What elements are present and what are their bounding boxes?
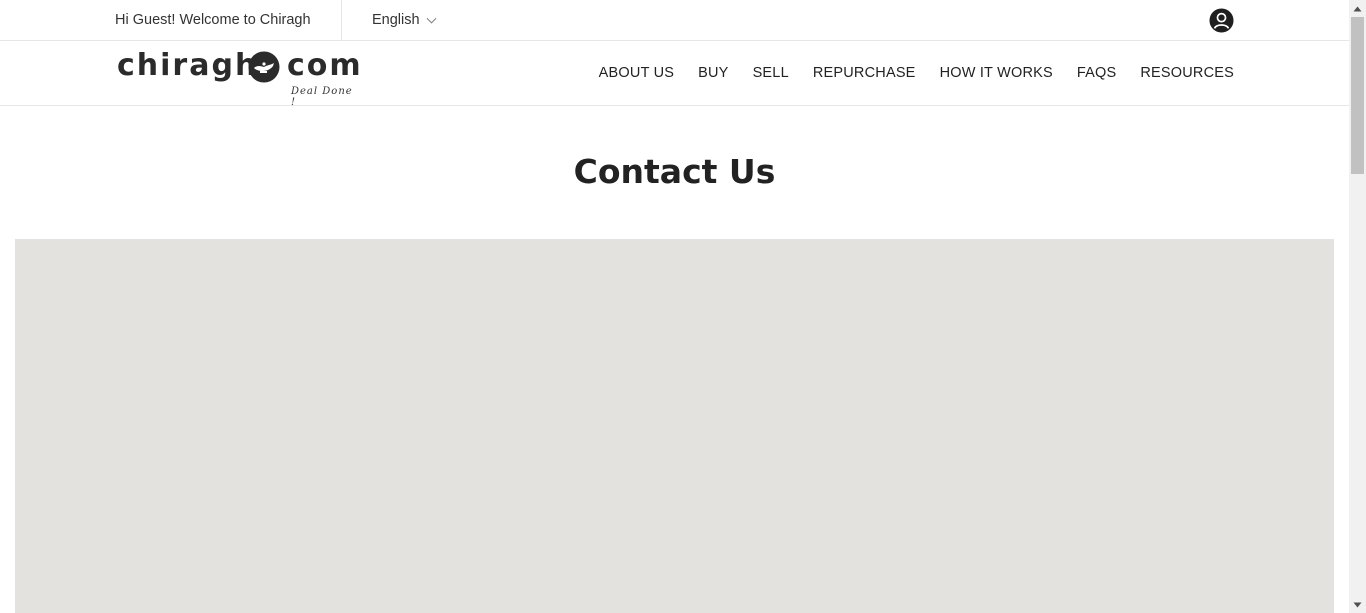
chevron-down-icon <box>426 17 437 24</box>
welcome-text: Hi Guest! Welcome to Chiragh <box>115 12 311 28</box>
nav-repurchase[interactable]: REPURCHASE <box>813 65 916 81</box>
site-logo[interactable]: chiragh com Deal Done ! <box>117 48 361 108</box>
logo-word-right: com <box>287 48 363 83</box>
nav-about-us[interactable]: ABOUT US <box>599 65 674 81</box>
scrollbar[interactable] <box>1349 0 1366 613</box>
map-area[interactable] <box>15 239 1334 613</box>
main-nav: ABOUT US BUY SELL REPURCHASE HOW IT WORK… <box>599 65 1234 81</box>
main-header: chiragh com Deal Done ! ABOUT US BUY SEL… <box>0 41 1349 108</box>
nav-how-it-works[interactable]: HOW IT WORKS <box>940 65 1053 81</box>
scroll-down-arrow-icon[interactable] <box>1349 596 1366 613</box>
language-selector[interactable]: English <box>372 12 437 28</box>
nav-buy[interactable]: BUY <box>698 65 728 81</box>
nav-sell[interactable]: SELL <box>753 65 789 81</box>
nav-resources[interactable]: RESOURCES <box>1140 65 1234 81</box>
nav-faqs[interactable]: FAQS <box>1077 65 1116 81</box>
scrollbar-thumb[interactable] <box>1351 17 1364 174</box>
logo-tagline: Deal Done ! <box>291 86 353 108</box>
top-bar: Hi Guest! Welcome to Chiragh English <box>0 0 1349 41</box>
scroll-up-arrow-icon[interactable] <box>1349 0 1366 17</box>
lamp-icon <box>248 51 280 83</box>
topbar-divider <box>341 0 342 40</box>
logo-word-left: chiragh <box>117 48 259 83</box>
language-label: English <box>372 12 420 28</box>
user-circle-icon[interactable] <box>1209 8 1234 33</box>
page-title: Contact Us <box>573 152 776 191</box>
